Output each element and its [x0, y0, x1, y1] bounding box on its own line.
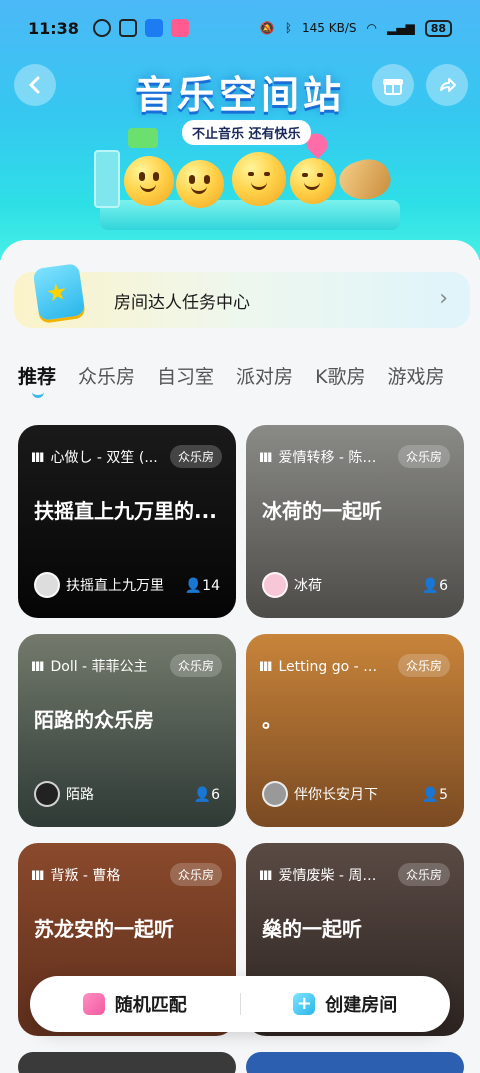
room-type-badge: 众乐房 — [169, 863, 222, 886]
now-playing-song: 心做し - 双笙 (... — [32, 447, 162, 467]
tab-karaoke-room[interactable]: K歌房 — [315, 362, 365, 389]
headphone-emoji-icon — [232, 152, 286, 206]
room-title: 扶摇直上九万里的... — [34, 499, 217, 523]
back-button[interactable] — [14, 64, 56, 106]
room-type-badge: 众乐房 — [397, 654, 450, 677]
clock: 11:38 — [28, 18, 79, 38]
chevron-right-icon: › — [439, 286, 448, 311]
room-card[interactable]: Letting go - 蔡... 众乐房 。 伴你长安月下 👤5 — [246, 634, 464, 827]
room-type-badge: 众乐房 — [397, 863, 450, 886]
room-card[interactable]: 爱情转移 - 陈奕迅 众乐房 冰荷的一起听 冰荷 👤6 — [246, 425, 464, 618]
task-center-banner[interactable]: ★ 房间达人任务中心 › — [14, 263, 470, 328]
tab-game-room[interactable]: 游戏房 — [388, 362, 445, 389]
gift-icon — [383, 79, 403, 95]
listener-count: 👤6 — [421, 578, 448, 594]
grin-emoji-icon — [176, 160, 224, 208]
hero-subtitle: 不止音乐 还有快乐 — [182, 120, 311, 145]
bluetooth-icon: ᛒ — [284, 21, 293, 35]
app-k-icon — [92, 19, 111, 37]
tab-recommend[interactable]: 推荐 — [18, 362, 56, 398]
room-owner: 扶摇直上九万里 — [34, 572, 164, 598]
trophy-card-icon: ★ — [32, 263, 86, 321]
create-room-button[interactable]: + 创建房间 — [241, 991, 451, 1017]
room-title: 苏龙安的一起听 — [34, 917, 174, 941]
laugh-emoji-icon — [290, 158, 336, 204]
now-playing-song: 背叛 - 曹格 — [32, 865, 162, 885]
now-playing-song: 爱情废柴 - 周杰伦 — [260, 865, 390, 885]
chat-bubble-icon — [128, 128, 158, 148]
room-card[interactable] — [246, 1052, 464, 1073]
wifi-icon: ◠ — [366, 21, 377, 35]
speaker-icon — [94, 150, 120, 208]
chevron-left-icon — [28, 76, 40, 94]
app-pink-icon — [170, 19, 189, 37]
app-blue-icon — [144, 19, 163, 37]
room-category-tabs: 推荐 众乐房 自习室 派对房 K歌房 游戏房 — [18, 362, 445, 398]
avatar — [262, 572, 288, 598]
room-card[interactable]: 心做し - 双笙 (... 众乐房 扶摇直上九万里的... 扶摇直上九万里 👤1… — [18, 425, 236, 618]
status-bar: 11:38 🔕 ᛒ 145 KB/S ◠ ▂▄▆ 88 — [0, 0, 480, 56]
tab-study-room[interactable]: 自习室 — [157, 362, 214, 389]
signal-icon: ▂▄▆ — [387, 21, 415, 35]
now-playing-song: 爱情转移 - 陈奕迅 — [260, 447, 390, 467]
net-speed: 145 KB/S — [302, 21, 357, 35]
gift-button[interactable] — [372, 64, 414, 106]
listener-count: 👤14 — [184, 578, 220, 594]
room-type-badge: 众乐房 — [169, 654, 222, 677]
tab-public-room[interactable]: 众乐房 — [78, 362, 135, 389]
room-owner: 冰荷 — [262, 572, 322, 598]
avatar — [34, 781, 60, 807]
room-type-badge: 众乐房 — [169, 445, 222, 468]
room-type-badge: 众乐房 — [397, 445, 450, 468]
room-title: 。 — [262, 708, 282, 732]
dice-icon — [82, 993, 105, 1015]
plus-icon: + — [293, 993, 316, 1015]
bottom-action-bar: 随机匹配 + 创建房间 — [30, 976, 450, 1032]
avatar — [34, 572, 60, 598]
tab-party-room[interactable]: 派对房 — [236, 362, 293, 389]
share-icon — [440, 78, 456, 92]
room-owner: 陌路 — [34, 781, 94, 807]
avatar — [262, 781, 288, 807]
random-match-button[interactable]: 随机匹配 — [30, 991, 240, 1017]
listener-count: 👤5 — [421, 787, 448, 803]
room-card[interactable]: Doll - 菲菲公主 众乐房 陌路的众乐房 陌路 👤6 — [18, 634, 236, 827]
share-button[interactable] — [426, 64, 468, 106]
task-center-label: 房间达人任务中心 — [114, 293, 250, 313]
now-playing-song: Letting go - 蔡... — [260, 656, 390, 676]
now-playing-song: Doll - 菲菲公主 — [32, 656, 162, 676]
mute-icon: 🔕 — [259, 21, 275, 35]
battery-indicator: 88 — [424, 19, 452, 37]
room-owner: 伴你长安月下 — [262, 781, 378, 807]
room-title: 冰荷的一起听 — [262, 499, 382, 523]
room-title: 燊的一起听 — [262, 917, 362, 941]
room-title: 陌路的众乐房 — [34, 708, 154, 732]
listener-count: 👤6 — [193, 787, 220, 803]
room-card[interactable] — [18, 1052, 236, 1073]
app-listen-icon — [118, 19, 137, 37]
smiley-emoji-icon — [124, 156, 174, 206]
